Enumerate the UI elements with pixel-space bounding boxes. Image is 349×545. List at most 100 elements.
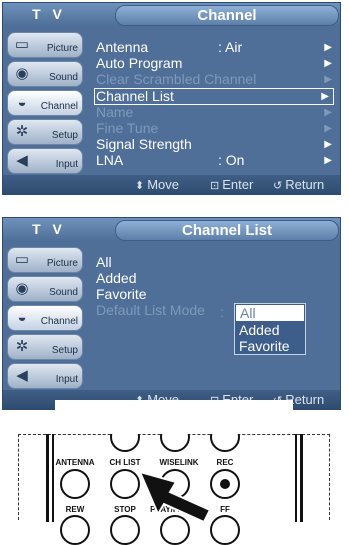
setup-icon: ✲ <box>15 338 29 355</box>
stop-button[interactable] <box>110 515 140 545</box>
menu-title: Channel List <box>115 220 339 241</box>
picture-icon: ▭ <box>14 251 30 268</box>
enter-icon: ⊡ <box>210 180 220 192</box>
sidebar-item-sound[interactable]: ◉ Sound <box>7 61 83 87</box>
dropdown-option-all[interactable]: All <box>235 304 305 322</box>
menu-item-label: Name <box>96 104 134 120</box>
channel-list-screen: T V Channel List ▭ Picture ◉ Sound ◒ Cha… <box>2 217 341 410</box>
arrow-right-icon: ▶ <box>324 74 332 85</box>
footer-return-label: Return <box>285 177 325 192</box>
sidebar-item-picture[interactable]: ▭ Picture <box>7 247 83 273</box>
sidebar-item-label: Channel <box>40 101 78 112</box>
menu-item-name: Name ▶ <box>96 105 336 120</box>
menu-item-label: All <box>96 254 112 270</box>
footer-return: ↺Return <box>273 175 325 194</box>
value-separator: : <box>220 304 224 320</box>
record-dot-icon <box>220 479 230 489</box>
menu-item-clear-scrambled: Clear Scrambled Channel ▶ <box>96 72 336 87</box>
dropdown-option-added[interactable]: Added <box>235 322 305 338</box>
setup-icon: ✲ <box>15 123 29 140</box>
input-icon: ◀ <box>16 367 28 384</box>
remote-crop-mask <box>55 400 293 434</box>
menu-item-lna[interactable]: LNA : On ▶ <box>96 153 336 168</box>
arrow-right-icon: ▶ <box>324 58 332 69</box>
antenna-button[interactable] <box>60 469 90 499</box>
channel-menu-screen: T V Channel ▭ Picture ◉ Sound ◒ Channel … <box>2 2 341 195</box>
move-arrows-icon: ⬍ <box>135 180 145 192</box>
sound-icon: ◉ <box>15 65 29 82</box>
remote-edge-right <box>295 434 297 522</box>
sidebar-item-label: Sound <box>49 287 78 298</box>
arrow-right-icon: ▶ <box>324 42 332 53</box>
sidebar-item-setup[interactable]: ✲ Setup <box>7 119 83 145</box>
menu-header: T V Channel List <box>3 218 340 241</box>
sidebar-item-input[interactable]: ◀ Input <box>7 363 83 389</box>
rew-button[interactable] <box>60 515 90 545</box>
tv-label: T V <box>32 221 66 237</box>
menu-item-label: Signal Strength <box>96 136 192 152</box>
sidebar-item-picture[interactable]: ▭ Picture <box>7 32 83 58</box>
arrow-right-icon: ▶ <box>324 139 332 150</box>
menu-item-label: Clear Scrambled Channel <box>96 71 257 87</box>
picture-icon: ▭ <box>14 36 30 53</box>
menu-item-fine-tune: Fine Tune ▶ <box>96 121 336 136</box>
menu-title: Channel <box>115 5 339 26</box>
arrow-right-icon: ▶ <box>321 91 329 102</box>
sidebar-item-label: Setup <box>51 130 78 141</box>
sidebar-item-setup[interactable]: ✲ Setup <box>7 334 83 360</box>
rew-label: REW <box>65 505 85 514</box>
default-list-mode-dropdown[interactable]: All Added Favorite <box>234 303 306 355</box>
menu-item-added[interactable]: Added <box>96 271 336 286</box>
menu-item-label: Channel List <box>96 88 174 104</box>
return-icon: ↺ <box>273 180 283 192</box>
menu-item-signal-strength[interactable]: Signal Strength ▶ <box>96 137 336 152</box>
menu-item-label: Auto Program <box>96 55 183 71</box>
ch-list-button[interactable] <box>110 469 140 499</box>
footer-enter-label: Enter <box>222 177 254 192</box>
antenna-label: ANTENNA <box>55 458 95 467</box>
menu-item-label: LNA <box>96 152 124 168</box>
sidebar: ▭ Picture ◉ Sound ◒ Channel ✲ Setup ◀ In… <box>3 241 87 392</box>
menu-item-all[interactable]: All <box>96 255 336 270</box>
sidebar-item-label: Channel <box>40 316 78 327</box>
sidebar-item-label: Sound <box>49 72 78 83</box>
sidebar-item-label: Input <box>55 374 78 385</box>
channel-icon: ◒ <box>17 94 27 111</box>
menu-item-antenna[interactable]: Antenna : Air ▶ <box>96 40 336 55</box>
input-icon: ◀ <box>16 152 28 169</box>
menu-item-auto-program[interactable]: Auto Program ▶ <box>96 56 336 71</box>
ch-list-label: CH LIST <box>109 458 141 467</box>
sidebar-item-channel[interactable]: ◒ Channel <box>7 90 83 116</box>
rec-label: REC <box>216 458 234 467</box>
sound-icon: ◉ <box>15 280 29 297</box>
pointer-arrow-icon <box>140 470 212 522</box>
arrow-right-icon: ▶ <box>324 155 332 166</box>
menu-item-label: Default List Mode <box>96 302 205 318</box>
footer-enter: ⊡Enter <box>210 175 254 194</box>
menu-item-label: Fine Tune <box>96 120 159 136</box>
menu-item-channel-list[interactable]: Channel List ▶ <box>94 88 334 105</box>
menu-header: T V Channel <box>3 3 340 26</box>
tv-label: T V <box>32 6 66 22</box>
sidebar-item-label: Picture <box>46 258 78 269</box>
menu-item-label: Favorite <box>96 286 147 302</box>
arrow-right-icon: ▶ <box>324 107 332 118</box>
sidebar-item-label: Setup <box>51 345 78 356</box>
menu-item-value: : Air <box>218 39 243 55</box>
sidebar-item-label: Picture <box>46 43 78 54</box>
channel-icon: ◒ <box>17 309 27 326</box>
menu-item-value: : On <box>218 152 245 168</box>
sidebar-item-input[interactable]: ◀ Input <box>7 148 83 174</box>
footer-move: ⬍Move <box>135 175 180 194</box>
menu-item-favorite[interactable]: Favorite <box>96 287 336 302</box>
sidebar-item-label: Input <box>55 159 78 170</box>
menu-item-label: Added <box>96 270 137 286</box>
arrow-right-icon: ▶ <box>324 123 332 134</box>
footer-move-label: Move <box>147 177 180 192</box>
sidebar-item-sound[interactable]: ◉ Sound <box>7 276 83 302</box>
dropdown-option-favorite[interactable]: Favorite <box>235 338 305 354</box>
sidebar: ▭ Picture ◉ Sound ◒ Channel ✲ Setup ◀ In… <box>3 26 87 177</box>
sidebar-item-channel[interactable]: ◒ Channel <box>7 305 83 331</box>
help-footer: ⬍Move ⊡Enter ↺Return <box>3 175 340 194</box>
menu-item-label: Antenna <box>96 39 149 55</box>
